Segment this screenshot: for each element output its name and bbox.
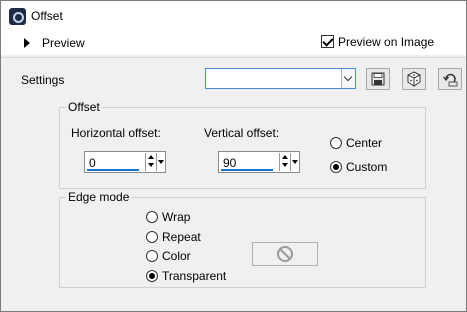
divider (1, 57, 466, 58)
radio-icon (330, 137, 342, 149)
window-icon (9, 8, 26, 25)
offset-dialog: Offset Preview Preview on Image Settings (0, 0, 467, 312)
dropdown-icon[interactable] (156, 153, 164, 171)
save-icon (371, 72, 385, 86)
horizontal-offset-value: 0 (89, 156, 96, 170)
spin-arrows[interactable] (145, 153, 155, 171)
radio-icon (146, 250, 158, 262)
preview-toggle[interactable]: Preview (42, 36, 85, 50)
spin-down-icon[interactable] (148, 163, 154, 167)
vertical-offset-label: Vertical offset: (204, 126, 280, 140)
settings-label: Settings (21, 73, 65, 87)
value-slider-bar[interactable] (221, 169, 273, 171)
radio-wrap-label: Wrap (162, 210, 191, 224)
radio-color[interactable]: Color (146, 249, 191, 263)
spin-up-icon[interactable] (282, 155, 288, 159)
radio-center[interactable]: Center (330, 136, 382, 150)
title-bar: Offset (1, 1, 466, 31)
edge-mode-group (59, 197, 426, 288)
horizontal-offset-field[interactable]: 0 (84, 151, 166, 173)
disabled-icon (277, 246, 293, 262)
randomize-button[interactable] (402, 68, 426, 90)
value-slider-bar[interactable] (87, 169, 139, 171)
preview-on-image-checkbox[interactable] (321, 35, 334, 48)
radio-icon (146, 211, 158, 223)
radio-transparent[interactable]: Transparent (146, 269, 226, 283)
radio-repeat[interactable]: Repeat (146, 230, 201, 244)
spin-up-icon[interactable] (148, 155, 154, 159)
offset-group-label: Offset (66, 100, 102, 114)
preview-on-image-label[interactable]: Preview on Image (338, 35, 434, 49)
radio-center-label: Center (346, 136, 383, 150)
randomize-dice-icon (407, 71, 421, 87)
preview-row: Preview Preview on Image (1, 31, 466, 55)
reset-button[interactable] (438, 68, 462, 90)
radio-selected-icon (146, 270, 158, 282)
radio-custom-label: Custom (346, 160, 388, 174)
reset-icon (443, 73, 458, 87)
dropdown-icon[interactable] (341, 69, 355, 88)
radio-color-label: Color (162, 249, 191, 263)
dropdown-icon[interactable] (290, 153, 298, 171)
window-title: Offset (31, 9, 63, 23)
radio-transparent-label: Transparent (162, 269, 227, 283)
settings-select[interactable] (205, 68, 356, 89)
expand-triangle-icon[interactable] (24, 38, 30, 48)
vertical-offset-field[interactable]: 90 (218, 151, 300, 173)
vertical-offset-value: 90 (223, 156, 237, 170)
radio-selected-icon (330, 161, 342, 173)
edge-color-swatch (252, 242, 318, 266)
spin-arrows[interactable] (279, 153, 289, 171)
radio-icon (146, 231, 158, 243)
radio-wrap[interactable]: Wrap (146, 210, 190, 224)
radio-custom[interactable]: Custom (330, 160, 387, 174)
spin-down-icon[interactable] (282, 163, 288, 167)
edge-mode-group-label: Edge mode (66, 190, 132, 204)
horizontal-offset-label: Horizontal offset: (71, 126, 161, 140)
radio-repeat-label: Repeat (162, 230, 201, 244)
save-preset-button[interactable] (366, 68, 390, 90)
